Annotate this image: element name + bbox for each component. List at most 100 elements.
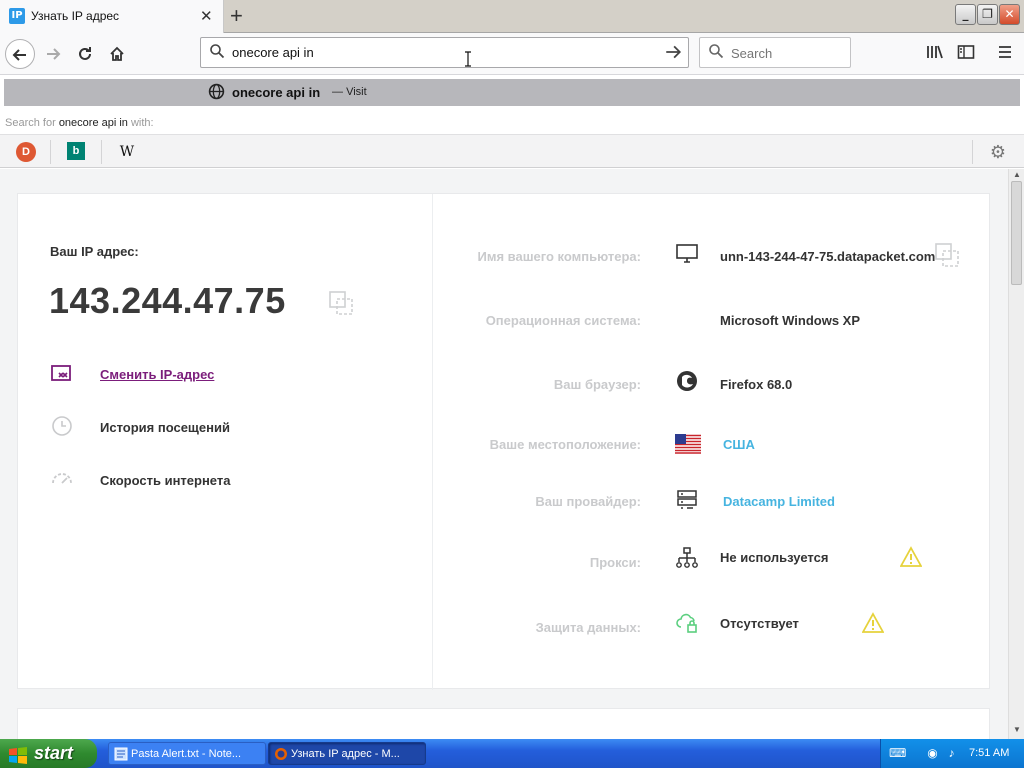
speed-test-link[interactable]: Скорость интернета	[100, 473, 230, 488]
minimize-button[interactable]: _	[955, 4, 976, 25]
search-for-prefix: Search for	[5, 117, 56, 129]
menu-icon[interactable]	[997, 44, 1013, 60]
provider-value-link[interactable]: Datacamp Limited	[723, 494, 835, 509]
data-protection-label: Защита данных:	[535, 620, 641, 635]
card-divider	[432, 194, 433, 690]
firefox-icon	[275, 748, 287, 760]
engine-divider	[50, 140, 51, 164]
url-bar[interactable]	[200, 37, 689, 68]
forward-button[interactable]	[38, 39, 68, 69]
search-engines-bar: D b W ⚙	[0, 134, 1024, 168]
server-icon	[677, 490, 697, 509]
home-button[interactable]	[102, 39, 132, 69]
history-link[interactable]: История посещений	[100, 420, 230, 435]
scroll-thumb[interactable]	[1011, 181, 1022, 285]
proxy-label: Прокси:	[589, 555, 641, 570]
suggestion-action: — Visit	[332, 86, 367, 98]
taskbar-item-label: Узнать IP адрес - M...	[291, 748, 400, 760]
monitor-icon	[676, 244, 698, 263]
change-ip-icon	[51, 365, 71, 381]
firefox-icon	[677, 371, 697, 391]
taskbar-item-notepad[interactable]: Pasta Alert.txt - Note...	[108, 742, 266, 765]
taskbar-item-browser[interactable]: Узнать IP адрес - M...	[268, 742, 426, 765]
duckduckgo-icon[interactable]: D	[16, 142, 36, 162]
location-value-link[interactable]: США	[723, 437, 755, 452]
windows-logo-icon	[8, 745, 28, 774]
web-page: Ваш IP адрес: 143.244.47.75 Сменить IP-а…	[0, 169, 1008, 748]
warning-icon	[900, 546, 922, 567]
home-icon	[110, 46, 124, 61]
search-for-label: Search for onecore api in with:	[5, 117, 154, 129]
search-icon	[709, 44, 724, 59]
tab-active[interactable]: IP Узнать IP адрес ✕	[0, 0, 224, 33]
back-button[interactable]	[5, 39, 35, 69]
autocomplete-suggestion[interactable]: onecore api in — Visit	[4, 79, 1020, 106]
gear-icon[interactable]: ⚙	[988, 142, 1008, 162]
page-scrollbar[interactable]: ▲ ▼	[1008, 169, 1024, 739]
scroll-down-icon[interactable]: ▼	[1010, 725, 1024, 737]
search-icon	[210, 44, 225, 59]
change-ip-link[interactable]: Сменить IP-адрес	[100, 367, 214, 382]
close-tab-icon[interactable]: ✕	[200, 7, 213, 25]
reload-button[interactable]	[70, 39, 100, 69]
search-for-query: onecore api in	[58, 117, 128, 129]
library-icon[interactable]	[926, 44, 944, 60]
new-tab-button[interactable]: +	[230, 3, 243, 29]
os-label: Операционная система:	[485, 313, 641, 328]
url-input[interactable]	[232, 45, 652, 60]
os-value: Microsoft Windows XP	[720, 313, 860, 328]
data-protection-value: Отсутствует	[720, 616, 799, 631]
cloud-lock-icon	[676, 613, 697, 633]
volume-icon[interactable]: ♪	[944, 746, 959, 761]
location-label: Ваше местоположение:	[489, 437, 641, 452]
navigation-toolbar	[0, 33, 1024, 75]
warning-icon	[862, 612, 884, 633]
provider-label: Ваш провайдер:	[535, 494, 641, 509]
ip-address-value: 143.244.47.75	[49, 280, 286, 321]
ip-info-card: Ваш IP адрес: 143.244.47.75 Сменить IP-а…	[17, 193, 990, 690]
text-cursor-icon	[465, 51, 471, 67]
speedometer-icon	[52, 473, 72, 484]
start-label: start	[34, 743, 74, 763]
keyboard-icon[interactable]: ⌨	[889, 746, 906, 761]
suggestion-separator: —	[332, 86, 343, 98]
go-arrow-icon[interactable]	[664, 43, 682, 61]
search-bar[interactable]	[699, 37, 851, 68]
tab-title: Узнать IP адрес	[31, 9, 120, 23]
proxy-value: Не используется	[720, 550, 829, 565]
restore-button[interactable]: ❐	[977, 4, 998, 25]
copy-icon[interactable]	[934, 242, 960, 268]
network-icon	[676, 547, 698, 568]
site-favicon-icon: IP	[9, 8, 25, 24]
search-for-suffix: with:	[130, 117, 154, 129]
engine-divider	[972, 140, 973, 164]
taskbar: start Pasta Alert.txt - Note... Узнать I…	[0, 739, 1024, 768]
tab-strip: IP Узнать IP адрес ✕ + _ ❐ ✕	[0, 0, 1024, 33]
engine-divider	[101, 140, 102, 164]
system-tray: ⌨ ◉ ♪ 7:51 AM	[880, 739, 1024, 768]
bing-icon[interactable]: b	[67, 142, 85, 160]
browser-value: Firefox 68.0	[720, 377, 793, 392]
ip-label: Ваш IP адрес:	[50, 244, 139, 259]
clock: 7:51 AM	[969, 747, 1010, 759]
sidebar-icon[interactable]	[957, 44, 975, 60]
close-window-button[interactable]: ✕	[999, 4, 1020, 25]
network-status-icon[interactable]: ◉	[925, 746, 940, 761]
reload-icon	[79, 47, 91, 60]
copy-icon[interactable]	[328, 290, 354, 316]
notepad-icon	[114, 747, 128, 761]
taskbar-item-label: Pasta Alert.txt - Note...	[131, 748, 242, 760]
computer-name-label: Имя вашего компьютера:	[477, 249, 641, 264]
search-input[interactable]	[731, 46, 841, 61]
arrow-left-icon	[12, 49, 26, 61]
wikipedia-icon[interactable]: W	[117, 142, 137, 162]
history-icon	[52, 416, 72, 436]
arrow-right-icon	[47, 48, 61, 60]
browser-label: Ваш браузер:	[553, 377, 641, 392]
computer-name-value: unn-143-244-47-75.datapacket.com	[720, 249, 936, 264]
suggestion-text: onecore api in	[232, 85, 321, 100]
usa-flag-icon	[675, 434, 701, 454]
visit-label: Visit	[346, 86, 367, 98]
globe-icon	[208, 83, 225, 100]
start-button[interactable]: start	[0, 739, 97, 768]
